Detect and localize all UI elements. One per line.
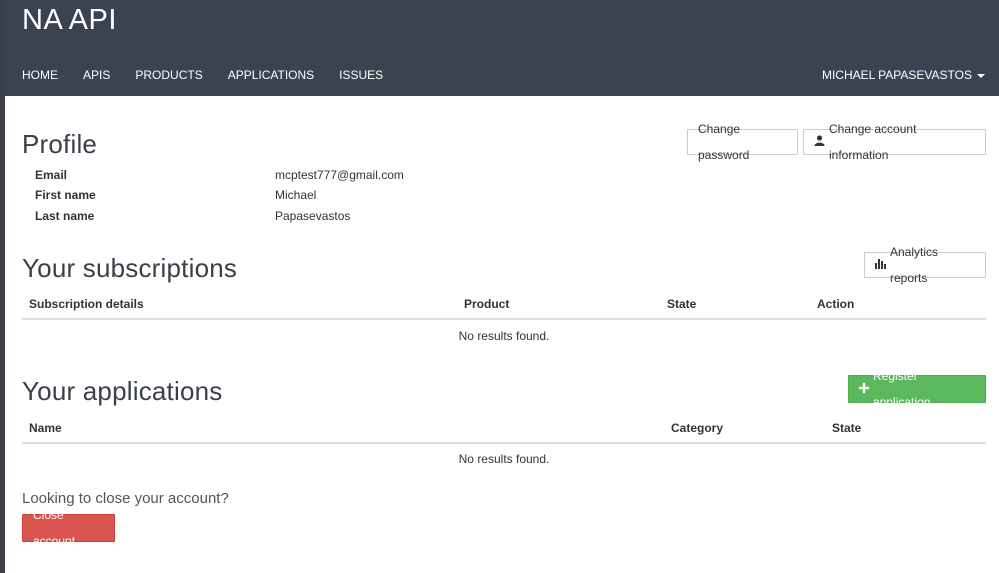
col-product: Product (464, 297, 510, 311)
subscriptions-title: Your subscriptions (22, 253, 238, 283)
nav-apis[interactable]: APIS (83, 67, 110, 83)
bar-chart-icon (875, 252, 886, 278)
last-name-label: Last name (35, 209, 95, 223)
nav-issues[interactable]: ISSUES (339, 67, 383, 83)
change-password-button[interactable]: Change password (687, 122, 798, 162)
col-category: Category (671, 421, 724, 435)
change-account-button[interactable]: Change account information (803, 122, 986, 162)
profile-title: Profile (22, 129, 98, 159)
applications-header-divider (22, 442, 986, 444)
email-label: Email (35, 168, 68, 182)
col-action: Action (817, 297, 855, 311)
caret-down-icon (977, 73, 985, 78)
top-header: NA API HOME APIS PRODUCTS APPLICATIONS I… (5, 0, 999, 96)
user-icon (814, 129, 825, 155)
last-name-value: Papasevastos (275, 209, 351, 223)
col-state: State (667, 297, 697, 311)
nav-products[interactable]: PRODUCTS (135, 67, 202, 83)
brand-title[interactable]: NA API (22, 4, 117, 37)
subscriptions-empty-message: No results found. (458, 329, 550, 343)
col-name: Name (29, 421, 62, 435)
change-account-label: Change account information (829, 122, 917, 162)
main-nav: HOME APIS PRODUCTS APPLICATIONS ISSUES (22, 67, 408, 83)
nav-home[interactable]: HOME (22, 67, 58, 83)
col-app-state: State (832, 421, 862, 435)
close-account-button[interactable]: Close account (22, 508, 115, 548)
col-subscription-details: Subscription details (29, 297, 144, 311)
applications-title: Your applications (22, 376, 223, 406)
change-password-label: Change password (698, 122, 750, 162)
applications-empty-message: No results found. (458, 452, 550, 466)
plus-icon (859, 376, 869, 402)
register-application-button[interactable]: Register application (848, 369, 986, 409)
analytics-reports-button[interactable]: Analytics reports (864, 245, 986, 285)
analytics-reports-label: Analytics reports (890, 245, 939, 285)
register-application-label: Register application (873, 369, 931, 409)
user-menu[interactable]: MICHAEL PAPASEVASTOS (822, 67, 985, 83)
nav-applications[interactable]: APPLICATIONS (228, 67, 314, 83)
subscriptions-header-divider (22, 318, 986, 320)
email-value: mcptest777@gmail.com (275, 168, 404, 182)
first-name-value: Michael (275, 188, 317, 202)
user-name: MICHAEL PAPASEVASTOS (821, 68, 972, 82)
close-account-label: Close account (33, 508, 76, 548)
first-name-label: First name (35, 188, 96, 202)
